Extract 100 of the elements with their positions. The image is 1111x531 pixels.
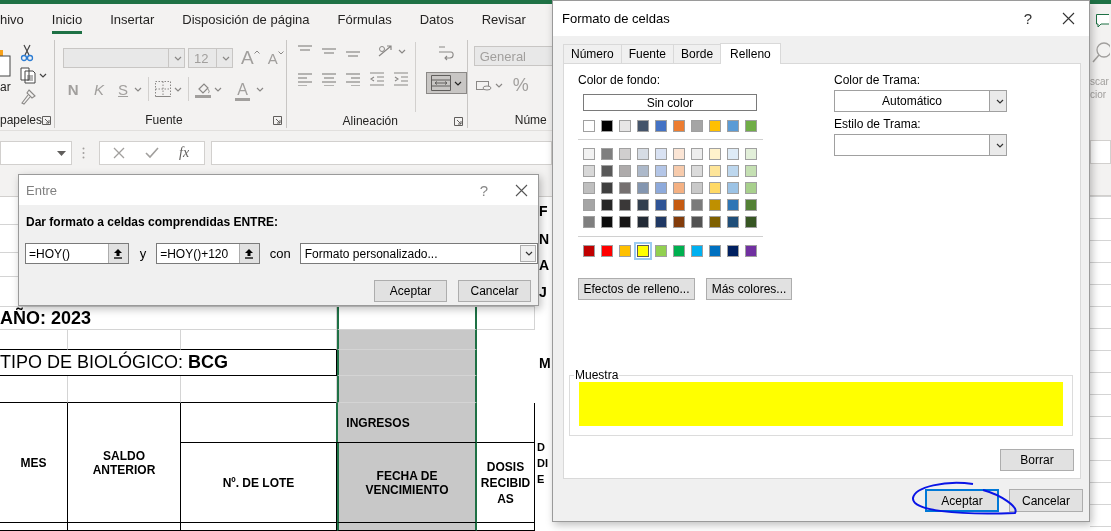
insert-function-button[interactable]: fx <box>179 145 190 161</box>
color-swatch[interactable] <box>709 199 721 211</box>
color-swatch[interactable] <box>583 182 595 194</box>
color-swatch[interactable] <box>601 216 613 228</box>
more-colors-button[interactable]: Más colores... <box>706 278 792 300</box>
dialog-launcher-icon[interactable] <box>453 116 463 126</box>
align-right-icon[interactable] <box>344 72 361 86</box>
align-center-icon[interactable] <box>320 72 337 86</box>
color-swatch[interactable] <box>745 148 757 160</box>
range-field[interactable]: =HOY()+120 <box>156 243 260 264</box>
color-swatch[interactable] <box>727 120 739 132</box>
color-swatch[interactable] <box>745 182 757 194</box>
accounting-icon[interactable] <box>475 78 492 92</box>
color-swatch[interactable] <box>655 182 667 194</box>
color-swatch[interactable] <box>745 120 757 132</box>
copy-icon[interactable] <box>20 67 36 84</box>
color-swatch[interactable] <box>673 120 685 132</box>
ribbon-tab[interactable]: Disposición de página <box>182 4 310 34</box>
color-swatch[interactable] <box>709 182 721 194</box>
ribbon-tab[interactable]: Revisar <box>481 4 526 34</box>
ribbon-tab[interactable]: Fórmulas <box>337 4 392 34</box>
color-swatch[interactable] <box>601 165 613 177</box>
color-swatch[interactable] <box>691 199 703 211</box>
color-swatch[interactable] <box>709 216 721 228</box>
dialog-tab[interactable]: Número <box>563 44 622 63</box>
formula-field[interactable] <box>1090 140 1111 164</box>
cancel-icon[interactable] <box>113 147 125 159</box>
cancel-button[interactable]: Cancelar <box>1009 489 1083 512</box>
color-swatch[interactable] <box>745 165 757 177</box>
range-field[interactable]: =HOY() <box>25 243 129 264</box>
color-swatch[interactable] <box>601 199 613 211</box>
color-swatch[interactable] <box>619 245 631 257</box>
color-swatch[interactable] <box>655 120 667 132</box>
color-swatch[interactable] <box>619 182 631 194</box>
dialog-launcher-icon[interactable] <box>42 115 52 125</box>
color-swatch[interactable] <box>691 148 703 160</box>
color-swatch[interactable] <box>601 182 613 194</box>
color-swatch[interactable] <box>709 165 721 177</box>
dialog-tab[interactable]: Relleno <box>720 43 781 64</box>
font-name-field[interactable] <box>63 48 186 68</box>
pattern-color-dropdown[interactable]: Automático <box>834 90 1007 112</box>
color-swatch[interactable] <box>655 245 667 257</box>
color-swatch[interactable] <box>619 216 631 228</box>
color-swatch[interactable] <box>601 245 613 257</box>
check-icon[interactable] <box>145 147 159 159</box>
color-swatch[interactable] <box>583 148 595 160</box>
color-swatch[interactable] <box>583 165 595 177</box>
color-swatch[interactable] <box>583 245 595 257</box>
color-swatch[interactable] <box>655 148 667 160</box>
fill-effects-button[interactable]: Efectos de relleno... <box>578 278 695 300</box>
color-swatch[interactable] <box>583 216 595 228</box>
color-swatch[interactable] <box>709 148 721 160</box>
help-button[interactable]: ? <box>479 181 488 199</box>
color-swatch[interactable] <box>691 165 703 177</box>
color-swatch[interactable] <box>583 199 595 211</box>
paintbrush-icon[interactable] <box>20 89 36 105</box>
color-swatch[interactable] <box>727 199 739 211</box>
orientation-icon[interactable] <box>376 44 395 58</box>
accept-button[interactable]: Aceptar <box>925 489 999 512</box>
color-swatch[interactable] <box>745 199 757 211</box>
color-swatch[interactable] <box>673 165 685 177</box>
merge-center-button[interactable] <box>425 72 467 94</box>
color-swatch[interactable] <box>637 165 649 177</box>
color-swatch[interactable] <box>637 182 649 194</box>
color-swatch[interactable] <box>655 199 667 211</box>
color-swatch[interactable] <box>691 120 703 132</box>
align-left-icon[interactable] <box>296 72 313 86</box>
color-swatch[interactable] <box>709 120 721 132</box>
color-swatch[interactable] <box>637 148 649 160</box>
color-swatch[interactable] <box>673 216 685 228</box>
increase-indent-icon[interactable] <box>392 72 409 86</box>
ribbon-tab[interactable]: Insertar <box>110 4 155 34</box>
color-swatch[interactable] <box>727 182 739 194</box>
color-swatch[interactable] <box>619 148 631 160</box>
color-swatch[interactable] <box>673 182 685 194</box>
color-swatch[interactable] <box>727 165 739 177</box>
search-icon[interactable] <box>1091 42 1110 64</box>
color-swatch[interactable] <box>619 199 631 211</box>
format-dropdown[interactable]: Formato personalizado... <box>299 243 538 264</box>
color-swatch[interactable] <box>655 216 667 228</box>
color-swatch[interactable] <box>673 148 685 160</box>
comment-icon[interactable] <box>1096 14 1109 28</box>
formula-field[interactable] <box>211 141 552 165</box>
color-swatch[interactable] <box>745 245 757 257</box>
color-swatch[interactable] <box>637 245 649 257</box>
dialog-launcher-icon[interactable] <box>272 115 282 125</box>
color-swatch[interactable] <box>691 182 703 194</box>
color-swatch[interactable] <box>583 120 595 132</box>
color-swatch[interactable] <box>727 148 739 160</box>
name-box[interactable] <box>0 141 72 165</box>
color-swatch[interactable] <box>745 216 757 228</box>
help-button[interactable]: ? <box>1023 10 1032 27</box>
color-swatch[interactable] <box>727 245 739 257</box>
color-swatch[interactable] <box>691 216 703 228</box>
color-swatch[interactable] <box>673 245 685 257</box>
accept-button[interactable]: Aceptar <box>374 280 447 302</box>
close-icon[interactable] <box>1062 12 1075 25</box>
color-swatch[interactable] <box>637 120 649 132</box>
decrease-indent-icon[interactable] <box>368 72 385 86</box>
color-swatch[interactable] <box>727 216 739 228</box>
